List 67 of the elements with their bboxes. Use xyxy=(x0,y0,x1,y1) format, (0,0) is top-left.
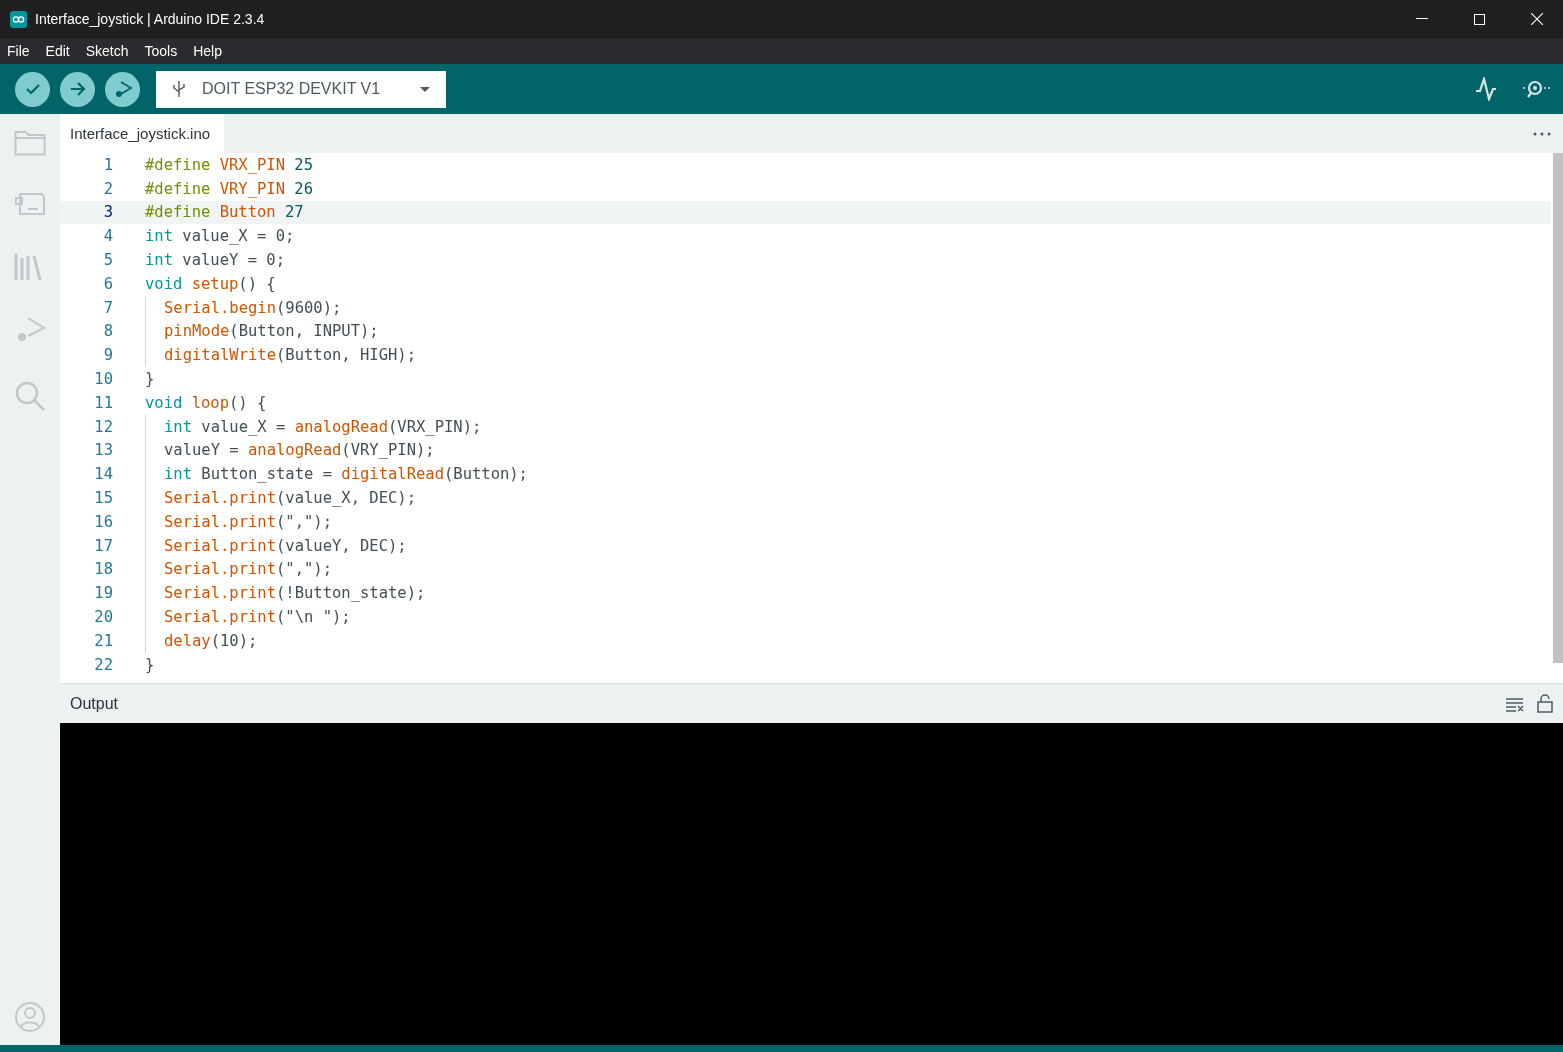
line-number: 7 xyxy=(102,298,113,317)
menu-item[interactable]: File xyxy=(7,43,30,59)
code-line: Serial.print(","); xyxy=(164,560,332,579)
serial-plotter-icon[interactable] xyxy=(1475,77,1497,101)
code-line: int Button_state = digitalRead(Button); xyxy=(164,465,528,484)
app-logo-icon xyxy=(10,10,27,28)
clear-output-icon[interactable] xyxy=(1505,695,1525,712)
line-number: 15 xyxy=(93,489,113,508)
line-number: 19 xyxy=(93,584,113,603)
menu-item[interactable]: Tools xyxy=(144,43,178,59)
code-line: Serial.print(value_X, DEC); xyxy=(164,489,416,508)
code-line: delay(10); xyxy=(164,631,258,650)
code-line: digitalWrite(Button, HIGH); xyxy=(164,346,416,365)
verify-button[interactable] xyxy=(15,71,50,107)
minimize-icon[interactable] xyxy=(1416,18,1428,20)
code-line: valueY = analogRead(VRY_PIN); xyxy=(164,441,435,460)
line-number: 21 xyxy=(93,631,113,650)
code-line: int valueY = 0; xyxy=(145,251,285,270)
window-title: Interface_joystick | Arduino IDE 2.3.4 xyxy=(35,11,265,27)
code-line: #define VRX_PIN 25 xyxy=(145,155,313,174)
more-icon[interactable] xyxy=(1533,131,1551,136)
code-line: Serial.print(!Button_state); xyxy=(164,584,426,603)
line-number: 1 xyxy=(102,155,113,174)
line-number: 3 xyxy=(102,203,113,222)
board-selector[interactable]: DOIT ESP32 DEVKIT V1 xyxy=(156,70,446,108)
code-line: Serial.print("\n "); xyxy=(164,608,351,627)
line-number: 9 xyxy=(102,346,113,365)
code-line: Serial.print(","); xyxy=(164,512,332,531)
line-number: 20 xyxy=(93,608,113,627)
lock-icon[interactable] xyxy=(1537,694,1553,713)
code-line: int value_X = 0; xyxy=(145,227,295,246)
line-number: 6 xyxy=(102,274,113,293)
code-line: pinMode(Button, INPUT); xyxy=(164,322,379,341)
line-number: 14 xyxy=(93,465,113,484)
caret-icon xyxy=(420,86,430,92)
code-line: Serial.begin(9600); xyxy=(164,298,342,317)
line-number: 12 xyxy=(93,417,113,436)
output-title: Output xyxy=(70,694,119,713)
line-number: 2 xyxy=(102,179,113,198)
code-line: #define Button 27 xyxy=(145,203,304,222)
code-line: } xyxy=(145,370,155,389)
file-tab[interactable]: Interface_joystick.ino xyxy=(60,114,225,153)
code-line: } xyxy=(145,655,155,674)
line-number: 11 xyxy=(93,393,113,412)
debug-button[interactable] xyxy=(105,71,140,107)
line-number: 10 xyxy=(93,370,113,389)
usb-icon xyxy=(172,80,186,98)
line-number: 13 xyxy=(93,441,113,460)
line-number: 5 xyxy=(102,251,113,270)
line-number: 16 xyxy=(93,512,113,531)
scrollbar-thumb[interactable] xyxy=(1553,153,1563,663)
line-number: 22 xyxy=(93,655,113,674)
line-number: 17 xyxy=(93,536,113,555)
code-line: Serial.print(valueY, DEC); xyxy=(164,536,407,555)
menu-item[interactable]: Sketch xyxy=(85,43,129,59)
maximize-icon[interactable] xyxy=(1474,13,1485,25)
line-number: 18 xyxy=(93,560,113,579)
menu-item[interactable]: Edit xyxy=(45,43,70,59)
close-icon[interactable] xyxy=(1531,13,1543,25)
code-line: int value_X = analogRead(VRX_PIN); xyxy=(164,417,482,436)
menu-item[interactable]: Help xyxy=(193,43,222,59)
line-number: 4 xyxy=(102,227,113,246)
code-line: void loop() { xyxy=(145,393,267,412)
line-number: 8 xyxy=(102,322,113,341)
code-line: #define VRY_PIN 26 xyxy=(145,179,313,198)
code-line: void setup() { xyxy=(145,274,276,293)
upload-button[interactable] xyxy=(60,71,95,107)
